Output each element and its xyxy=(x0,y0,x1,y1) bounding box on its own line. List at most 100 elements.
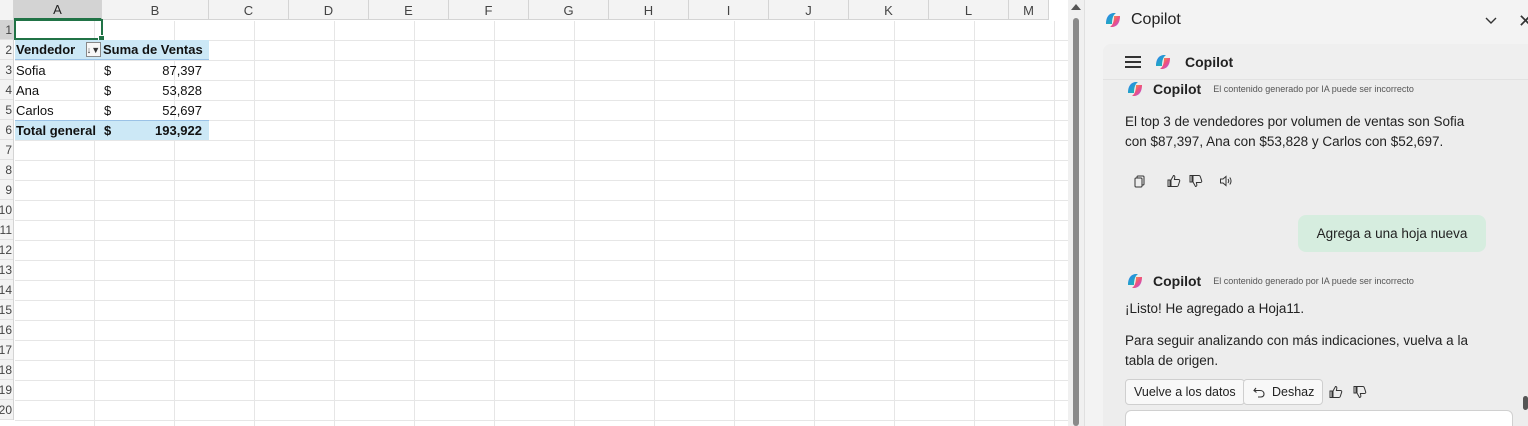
pivot-total-value: 193,922 xyxy=(155,123,202,138)
table-row: Ana $53,828 xyxy=(15,80,209,100)
thumbs-down-icon[interactable] xyxy=(1353,385,1367,399)
undo-label: Deshaz xyxy=(1272,385,1315,399)
row-header[interactable]: 17 xyxy=(0,340,13,360)
pivot-total-row: Total general $193,922 xyxy=(15,120,209,140)
thumbs-up-icon[interactable] xyxy=(1167,174,1181,188)
chat-panel: Copilot Copilot El contenido generado po… xyxy=(1103,44,1528,426)
column-header-i[interactable]: I xyxy=(689,0,769,20)
ai-disclaimer: El contenido generado por IA puede ser i… xyxy=(1213,276,1414,286)
message-text: ¡Listo! He agregado a Hoja11. xyxy=(1125,301,1305,316)
column-header-b[interactable]: B xyxy=(102,0,209,20)
close-icon[interactable]: ✕ xyxy=(1518,12,1528,30)
hamburger-icon[interactable] xyxy=(1125,55,1141,68)
chat-scrollbar-thumb[interactable] xyxy=(1523,396,1528,410)
currency-symbol: $ xyxy=(104,102,112,118)
column-headers: A B C D E F G H I J K L M xyxy=(0,0,1049,20)
column-header-m[interactable]: M xyxy=(1009,0,1049,20)
back-to-data-button[interactable]: Vuelve a los datos xyxy=(1125,379,1245,405)
pivot-total-cell[interactable]: $193,922 xyxy=(102,121,209,140)
ai-disclaimer: El contenido generado por IA puede ser i… xyxy=(1213,84,1414,94)
undo-icon xyxy=(1252,385,1266,399)
row-header[interactable]: 1 xyxy=(0,20,13,40)
row-header[interactable]: 13 xyxy=(0,260,13,280)
row-header[interactable]: 11 xyxy=(0,220,13,240)
chat-scrollbar[interactable] xyxy=(1521,44,1528,426)
message-header: Copilot El contenido generado por IA pue… xyxy=(1125,271,1414,291)
row-header[interactable]: 16 xyxy=(0,320,13,340)
row-header[interactable]: 4 xyxy=(0,80,13,100)
row-header[interactable]: 15 xyxy=(0,300,13,320)
chevron-down-icon[interactable] xyxy=(1485,14,1497,26)
row-header[interactable]: 7 xyxy=(0,140,13,160)
undo-button[interactable]: Deshaz xyxy=(1243,379,1324,405)
vertical-scrollbar[interactable] xyxy=(1068,0,1084,426)
speaker-icon[interactable] xyxy=(1219,174,1233,188)
column-header-a[interactable]: A xyxy=(14,0,102,20)
column-header-g[interactable]: G xyxy=(529,0,609,20)
row-header[interactable]: 5 xyxy=(0,100,13,120)
pivot-header-vendedor: Vendedor xyxy=(16,42,76,57)
chat-title: Copilot xyxy=(1185,53,1234,70)
copy-icon[interactable] xyxy=(1133,174,1147,188)
pivot-value-cell[interactable]: $53,828 xyxy=(102,80,209,100)
message-author: Copilot xyxy=(1153,273,1202,289)
column-header-h[interactable]: H xyxy=(609,0,689,20)
user-message-bubble: Agrega a una hoja nueva xyxy=(1298,215,1486,252)
row-header[interactable]: 12 xyxy=(0,240,13,260)
column-header-k[interactable]: K xyxy=(849,0,929,20)
column-header-l[interactable]: L xyxy=(929,0,1009,20)
message-text: Para seguir analizando con más indicacio… xyxy=(1125,333,1468,368)
pivot-cell[interactable]: Vendedor ↓▼ xyxy=(15,40,102,59)
row-header[interactable]: 9 xyxy=(0,180,13,200)
pivot-table: Vendedor ↓▼ Suma de Ventas Sofia $87,397… xyxy=(15,40,209,140)
select-all-corner[interactable] xyxy=(0,0,14,20)
pane-title: Copilot xyxy=(1131,11,1181,28)
spreadsheet[interactable]: A B C D E F G H I J K L M 1 2 3 4 5 6 7 … xyxy=(0,0,1068,426)
table-row: Sofia $87,397 xyxy=(15,60,209,80)
pivot-name-cell[interactable]: Sofia xyxy=(15,60,102,80)
thumbs-up-icon[interactable] xyxy=(1329,385,1343,399)
column-header-c[interactable]: C xyxy=(209,0,289,20)
message-actions xyxy=(1133,174,1233,188)
row-header[interactable]: 14 xyxy=(0,280,13,300)
column-header-j[interactable]: J xyxy=(769,0,849,20)
active-cell-a1[interactable] xyxy=(14,19,105,42)
pivot-header-suma[interactable]: Suma de Ventas xyxy=(102,40,209,59)
currency-symbol: $ xyxy=(104,123,112,138)
row-headers: 1 2 3 4 5 6 7 8 9 10 11 12 13 14 15 16 1… xyxy=(0,20,14,420)
message-text: El top 3 de vendedores por volumen de ve… xyxy=(1125,114,1465,149)
column-header-d[interactable]: D xyxy=(289,0,369,20)
row-header[interactable]: 20 xyxy=(0,400,13,420)
thumbs-down-icon[interactable] xyxy=(1189,174,1203,188)
row-header[interactable]: 3 xyxy=(0,60,13,80)
table-row: Carlos $52,697 xyxy=(15,100,209,120)
chat-input[interactable] xyxy=(1125,410,1513,426)
row-header[interactable]: 18 xyxy=(0,360,13,380)
row-header[interactable]: 6 xyxy=(0,120,13,140)
pivot-name-cell[interactable]: Ana xyxy=(15,80,102,100)
sort-filter-icon[interactable]: ↓▼ xyxy=(86,42,101,57)
pivot-value-cell[interactable]: $87,397 xyxy=(102,60,209,80)
copilot-logo xyxy=(1103,10,1123,30)
pivot-header-row: Vendedor ↓▼ Suma de Ventas xyxy=(15,40,209,60)
scrollbar-thumb[interactable] xyxy=(1073,18,1079,426)
pivot-name-cell[interactable]: Carlos xyxy=(15,100,102,120)
row-header[interactable]: 19 xyxy=(0,380,13,400)
column-header-f[interactable]: F xyxy=(449,0,529,20)
row-header[interactable]: 8 xyxy=(0,160,13,180)
scroll-up-icon[interactable] xyxy=(1071,4,1081,10)
pane-header: Copilot xyxy=(1103,10,1181,30)
currency-symbol: $ xyxy=(104,82,112,98)
copilot-logo xyxy=(1125,271,1145,291)
copilot-pane: Copilot ✕ Copilot Copilot El contenido g… xyxy=(1084,0,1528,426)
pivot-value: 53,828 xyxy=(162,82,202,98)
message-header: Copilot El contenido generado por IA pue… xyxy=(1125,79,1414,99)
pivot-value-cell[interactable]: $52,697 xyxy=(102,100,209,120)
row-header[interactable]: 10 xyxy=(0,200,13,220)
pivot-total-label[interactable]: Total general xyxy=(15,121,102,140)
pivot-value: 52,697 xyxy=(162,102,202,118)
row-header[interactable]: 2 xyxy=(0,40,13,60)
column-header-e[interactable]: E xyxy=(369,0,449,20)
currency-symbol: $ xyxy=(104,62,112,78)
message-author: Copilot xyxy=(1153,81,1202,97)
